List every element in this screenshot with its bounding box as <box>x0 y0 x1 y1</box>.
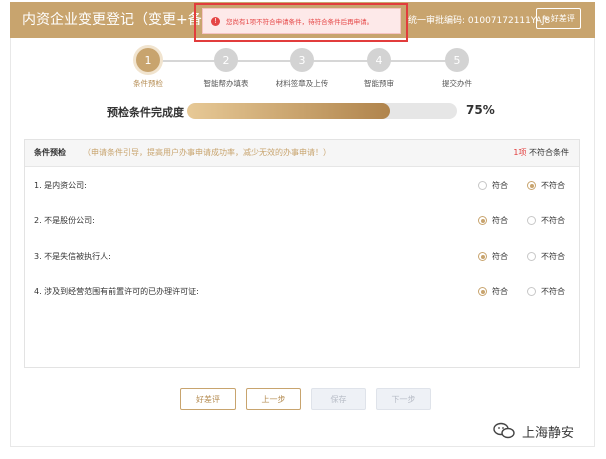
condition-3-no-option[interactable]: 不符合 <box>527 251 565 262</box>
step-number: 2 <box>214 48 238 72</box>
step-label: 智能预审 <box>364 79 394 88</box>
option-label: 不符合 <box>541 252 565 261</box>
alert-text: 您尚有1项不符合申请条件，待符合条件后再申请。 <box>226 18 374 26</box>
step-label: 材料签章及上传 <box>275 79 329 88</box>
unmet-count-label: 不符合条件 <box>529 148 569 157</box>
edit-icon: ✎ <box>542 14 549 23</box>
prev-step-button[interactable]: 上一步 <box>246 388 301 410</box>
feedback-header-label: 好差评 <box>550 14 575 23</box>
error-icon: ! <box>211 16 220 26</box>
wechat-watermark: 上海静安 <box>492 421 574 441</box>
option-label: 不符合 <box>541 287 565 296</box>
condition-label: 1. 是内资公司: <box>34 181 87 190</box>
radio-button[interactable] <box>478 181 487 190</box>
condition-label: 2. 不是股份公司: <box>34 216 95 225</box>
step-3[interactable]: 3 材料签章及上传 <box>262 48 342 89</box>
radio-button[interactable] <box>527 252 536 261</box>
step-label: 智能帮办填表 <box>203 79 249 88</box>
feedback-button[interactable]: 好差评 <box>180 388 236 410</box>
condition-label: 4. 涉及到经营范围有前置许可的已办理许可证: <box>34 287 199 296</box>
step-label: 条件预检 <box>133 79 163 88</box>
condition-3-yes-option[interactable]: 符合 <box>478 251 508 262</box>
feedback-header-button[interactable]: ✎ 好差评 <box>536 8 581 29</box>
radio-button[interactable] <box>527 287 536 296</box>
radio-button[interactable] <box>527 181 536 190</box>
step-number: 4 <box>367 48 391 72</box>
step-number: 5 <box>445 48 469 72</box>
step-4[interactable]: 4 智能预审 <box>339 48 419 89</box>
step-label: 提交办件 <box>442 79 472 88</box>
save-button[interactable]: 保存 <box>311 388 366 410</box>
option-label: 符合 <box>492 287 508 296</box>
panel-hint: （申请条件引导，提高用户办事申请成功率，减少无效的办事申请！） <box>83 148 331 157</box>
wechat-icon <box>492 421 516 441</box>
next-step-button[interactable]: 下一步 <box>376 388 431 410</box>
radio-button[interactable] <box>478 216 487 225</box>
panel-title: 条件预检 <box>34 148 66 157</box>
condition-4-no-option[interactable]: 不符合 <box>527 286 565 297</box>
option-label: 不符合 <box>541 181 565 190</box>
progress-label: 预检条件完成度 <box>107 106 184 119</box>
step-5[interactable]: 5 提交办件 <box>417 48 497 89</box>
condition-label: 3. 不是失信被执行人: <box>34 252 111 261</box>
step-2[interactable]: 2 智能帮办填表 <box>186 48 266 89</box>
progress-fill <box>187 103 390 119</box>
progress-percent: 75% <box>466 103 495 117</box>
panel-header: 条件预检 （申请条件引导，提高用户办事申请成功率，减少无效的办事申请！） 1项 … <box>25 140 579 167</box>
radio-button[interactable] <box>527 216 536 225</box>
option-label: 不符合 <box>541 216 565 225</box>
step-number: 3 <box>290 48 314 72</box>
condition-1-no-option[interactable]: 不符合 <box>527 180 565 191</box>
condition-1-yes-option[interactable]: 符合 <box>478 180 508 191</box>
unmet-count: 1项 不符合条件 <box>513 147 569 158</box>
error-alert: ! 您尚有1项不符合申请条件，待符合条件后再申请。 <box>202 8 401 34</box>
option-label: 符合 <box>492 181 508 190</box>
radio-button[interactable] <box>478 287 487 296</box>
step-1[interactable]: 1 条件预检 <box>108 48 188 89</box>
approval-code: 统一审批编码: 01007172111YAJ8 <box>408 16 551 26</box>
option-label: 符合 <box>492 216 508 225</box>
option-label: 符合 <box>492 252 508 261</box>
radio-button[interactable] <box>478 252 487 261</box>
unmet-count-number: 1项 <box>513 148 527 157</box>
condition-2-no-option[interactable]: 不符合 <box>527 215 565 226</box>
watermark-text: 上海静安 <box>522 425 575 441</box>
condition-2-yes-option[interactable]: 符合 <box>478 215 508 226</box>
step-number: 1 <box>136 48 160 72</box>
progress-bar <box>187 103 457 119</box>
condition-4-yes-option[interactable]: 符合 <box>478 286 508 297</box>
